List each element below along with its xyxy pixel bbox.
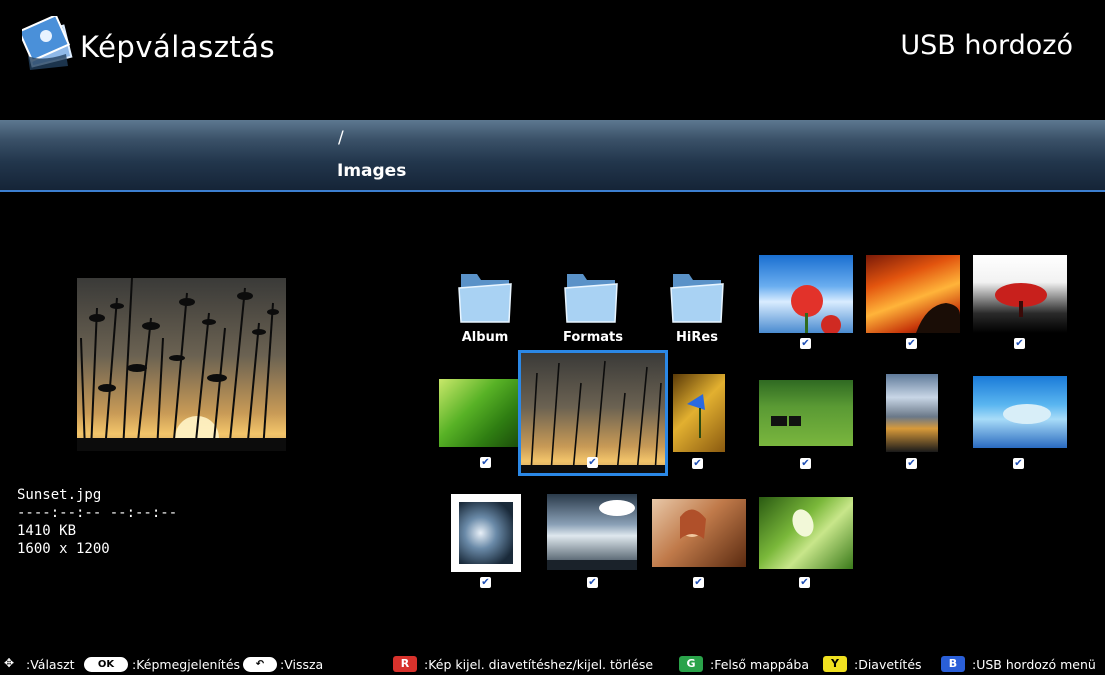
file-resolution: 1600 x 1200	[17, 541, 110, 557]
checkbox-checked-icon: ✔	[587, 577, 598, 588]
checkbox-checked-icon: ✔	[1014, 338, 1025, 349]
thumbnail-image	[673, 374, 725, 452]
checkbox-checked-icon: ✔	[692, 458, 703, 469]
thumbnail-image	[759, 255, 853, 335]
thumbnail-image	[451, 494, 521, 572]
thumbnail-image	[973, 255, 1067, 333]
yellow-key-icon: Y	[823, 656, 847, 672]
directional-arrows-icon: ✥	[4, 656, 15, 670]
thumbnail-image	[547, 494, 637, 570]
folder-album[interactable]: Album	[457, 266, 513, 346]
checkbox-checked-icon: ✔	[800, 458, 811, 469]
file-size: 1410 KB	[17, 523, 77, 539]
thumbnail-image	[866, 255, 960, 333]
thumbnail-image	[439, 379, 521, 447]
checkbox-checked-icon: ✔	[799, 577, 810, 588]
folder-icon	[564, 274, 618, 323]
image-thumbnail[interactable]: ✔	[973, 376, 1067, 470]
thumbnail-image	[973, 376, 1067, 448]
checkbox-checked-icon: ✔	[693, 577, 704, 588]
blue-key-hint: :USB hordozó menü	[972, 657, 1096, 672]
image-thumbnail[interactable]: ✔	[673, 374, 725, 470]
image-thumbnail[interactable]: ✔	[652, 499, 746, 590]
checkbox-checked-icon: ✔	[480, 577, 491, 588]
path-root: /	[338, 128, 344, 148]
checkbox-checked-icon: ✔	[800, 338, 811, 349]
checkbox-checked-icon: ✔	[906, 338, 917, 349]
folder-label: Formats	[563, 330, 623, 345]
image-thumbnail[interactable]: ✔	[439, 379, 521, 471]
folder-hires[interactable]: HiRes	[669, 266, 725, 346]
image-thumbnail[interactable]: ✔	[759, 255, 853, 349]
image-select-app-icon	[17, 13, 76, 74]
folder-icon	[458, 274, 512, 323]
file-info: Sunset.jpg ----:--:-- --:--:-- 1410 KB 1…	[17, 486, 177, 558]
thumbnail-image	[521, 353, 665, 474]
path-bar: / Images	[0, 120, 1105, 192]
select-hint: :Választ	[26, 657, 75, 672]
footer-help-bar: ✥ :Választ OK :Képmegjelenítés ↶ :Vissza…	[0, 655, 1105, 675]
back-button-icon: ↶	[243, 657, 277, 672]
thumbnail-image	[652, 499, 746, 567]
checkbox-checked-icon: ✔	[906, 458, 917, 469]
red-key-hint: :Kép kijel. diavetítéshez/kijel. törlése	[424, 657, 654, 672]
image-thumbnail[interactable]: ✔	[547, 494, 637, 590]
file-name: Sunset.jpg	[17, 487, 102, 503]
thumbnail-image	[759, 497, 853, 569]
preview-image	[77, 278, 286, 451]
back-hint: :Vissza	[280, 657, 324, 672]
checkbox-checked-icon: ✔	[1013, 458, 1024, 469]
ok-button-icon: OK	[84, 657, 128, 672]
current-folder: Images	[337, 161, 407, 181]
image-thumbnail[interactable]: ✔	[451, 494, 521, 590]
page-title: Képválasztás	[80, 30, 276, 64]
image-thumbnail[interactable]: ✔	[886, 374, 938, 470]
green-key-icon: G	[679, 656, 703, 672]
image-thumbnail-selected[interactable]: ✔	[518, 350, 668, 476]
image-thumbnail[interactable]: ✔	[759, 380, 853, 470]
yellow-key-hint: :Diavetítés	[854, 657, 922, 672]
red-key-icon: R	[393, 656, 417, 672]
source-label: USB hordozó	[900, 30, 1073, 61]
image-thumbnail[interactable]: ✔	[759, 497, 853, 590]
image-thumbnail[interactable]: ✔	[866, 255, 960, 349]
file-date: ----:--:-- --:--:--	[17, 505, 178, 521]
image-thumbnail[interactable]: ✔	[973, 255, 1067, 349]
folder-label: HiRes	[676, 330, 718, 345]
thumbnail-image	[759, 380, 853, 446]
checkbox-checked-icon: ✔	[480, 457, 491, 468]
thumbnail-image	[886, 374, 938, 452]
green-key-hint: :Felső mappába	[710, 657, 809, 672]
folder-label: Album	[461, 330, 509, 345]
blue-key-icon: B	[941, 656, 965, 672]
checkbox-checked-icon: ✔	[587, 457, 598, 468]
folder-icon	[670, 274, 724, 323]
view-hint: :Képmegjelenítés	[132, 657, 241, 672]
folder-formats[interactable]: Formats	[563, 266, 623, 346]
